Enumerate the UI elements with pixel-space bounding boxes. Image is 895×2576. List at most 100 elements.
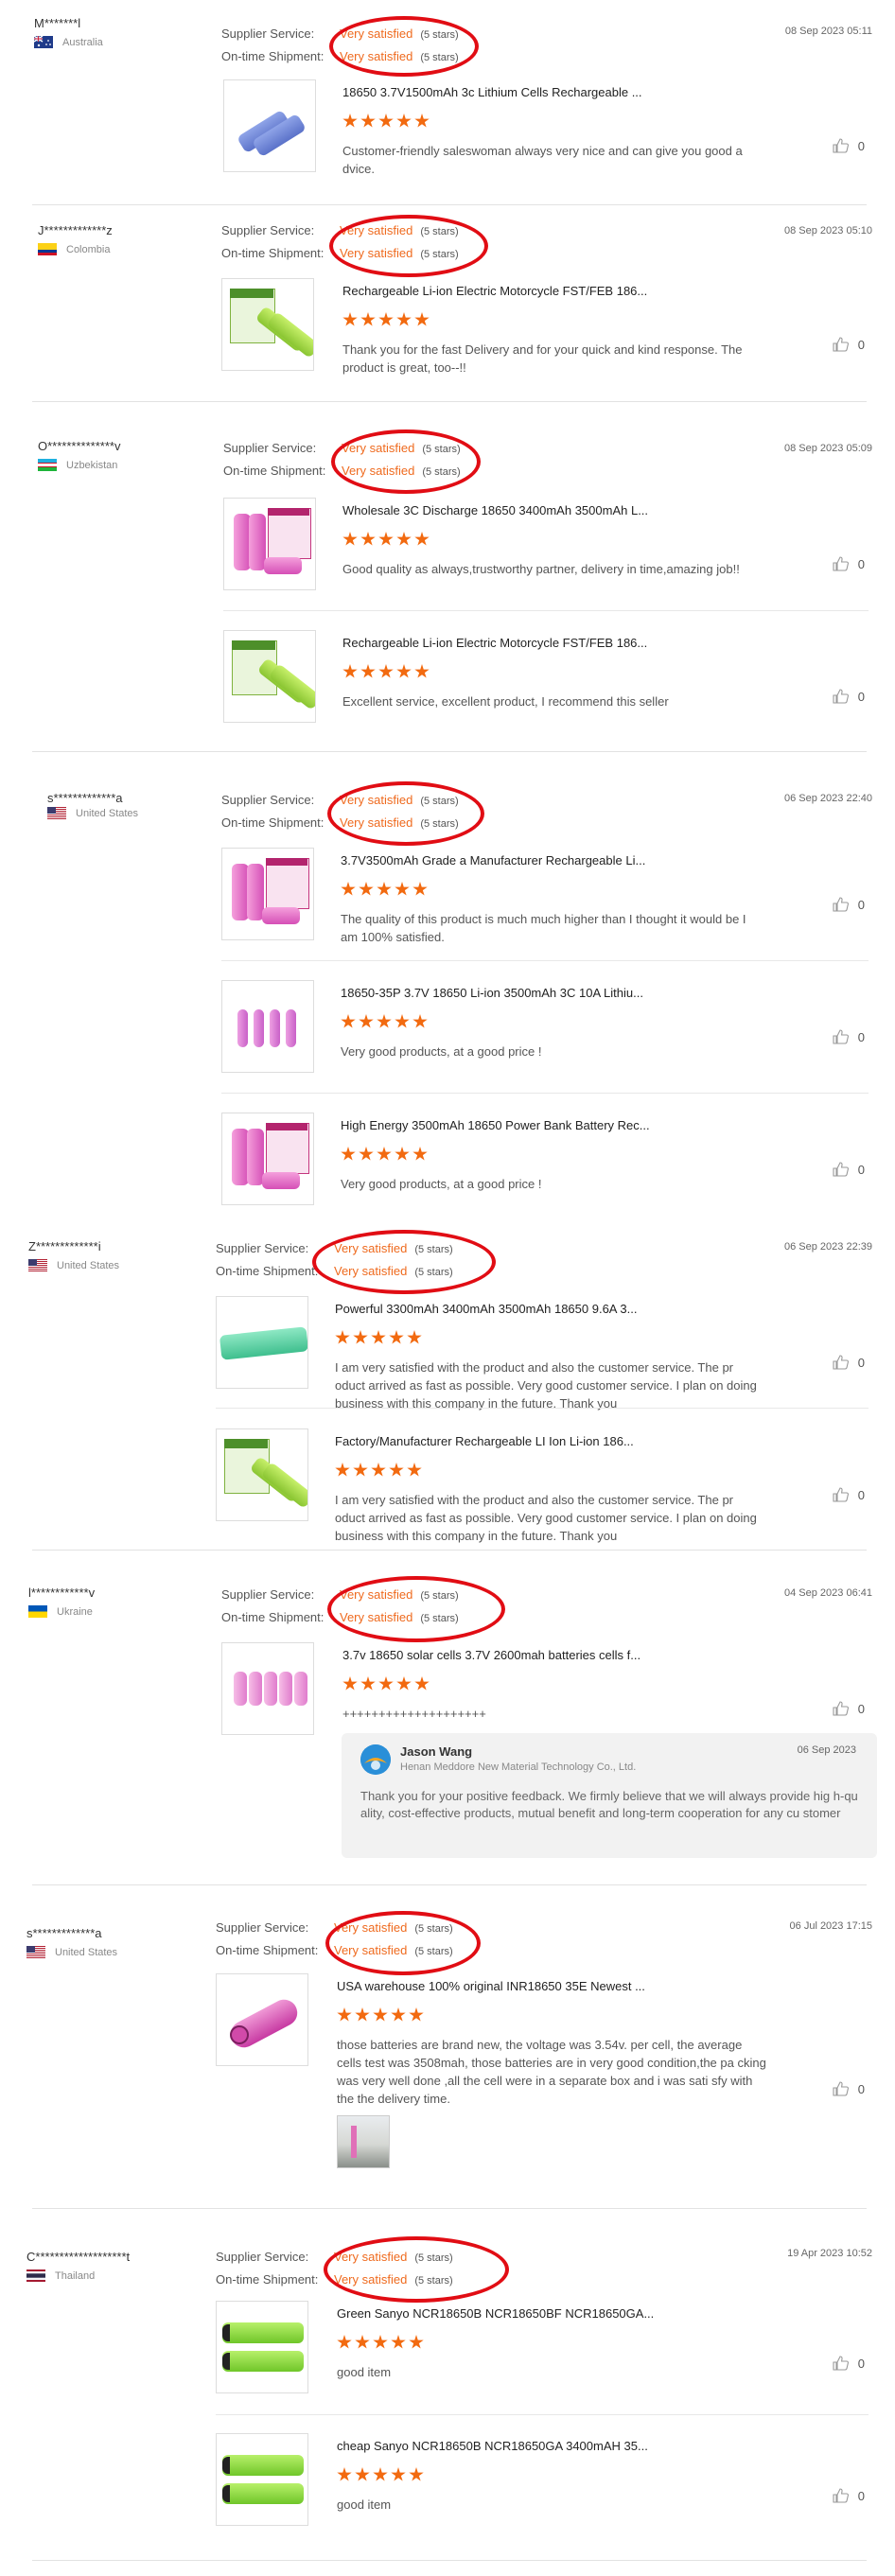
- item-divider: [223, 610, 869, 611]
- buyer-info: J*************z Colombia: [38, 223, 113, 255]
- product-title-link[interactable]: cheap Sanyo NCR18650B NCR18650GA 3400mAH…: [337, 2439, 648, 2453]
- country-name: Thailand: [55, 2269, 96, 2282]
- review-text: good item: [337, 2497, 392, 2512]
- review-date: 06 Sep 2023 22:40: [784, 793, 872, 804]
- helpful-button[interactable]: 0: [833, 556, 865, 571]
- helpful-button[interactable]: 0: [833, 689, 865, 704]
- star-rating: [337, 2467, 424, 2482]
- ontime-shipment-label: On-time Shipment:: [221, 49, 325, 63]
- product-thumbnail[interactable]: [223, 498, 316, 590]
- review-photo[interactable]: [337, 2115, 390, 2168]
- helpful-button[interactable]: 0: [833, 337, 865, 352]
- buyer-country: Australia: [34, 36, 103, 48]
- buyer-name: s*************a: [47, 791, 123, 805]
- product-title-link[interactable]: USA warehouse 100% original INR18650 35E…: [337, 1979, 645, 1993]
- product-title-link[interactable]: Rechargeable Li-ion Electric Motorcycle …: [342, 636, 647, 650]
- review-text: Excellent service, excellent product, I …: [342, 694, 669, 709]
- review-date: 08 Sep 2023 05:09: [784, 443, 872, 454]
- helpful-button[interactable]: 0: [833, 1029, 865, 1044]
- helpful-button[interactable]: 0: [833, 897, 865, 912]
- thumbs-up-icon: [833, 1355, 849, 1370]
- review-date: 08 Sep 2023 05:11: [784, 26, 872, 37]
- product-thumbnail[interactable]: [216, 1973, 308, 2066]
- star-icon: [353, 1330, 368, 1344]
- review-text: Very good products, at a good price !: [341, 1177, 542, 1191]
- star-icon: [396, 1676, 412, 1691]
- star-icon: [389, 1330, 404, 1344]
- ukraine-flag-icon: [28, 1605, 47, 1618]
- review-separator: [32, 1884, 867, 1885]
- supplier-service-label: Supplier Service:: [221, 1587, 315, 1602]
- product-thumbnail[interactable]: [216, 1428, 308, 1521]
- star-icon: [341, 1147, 356, 1161]
- review-separator: [32, 1550, 867, 1551]
- star-icon: [335, 1463, 350, 1477]
- star-icon: [360, 312, 376, 326]
- product-thumbnail[interactable]: [221, 980, 314, 1073]
- star-icon: [342, 532, 358, 546]
- product-thumbnail[interactable]: [223, 79, 316, 172]
- thumbs-up-icon: [833, 1487, 849, 1502]
- review-separator: [32, 751, 867, 752]
- reviewed-item: 3.7V3500mAh Grade a Manufacturer Recharg…: [221, 848, 865, 944]
- helpful-button[interactable]: 0: [833, 1162, 865, 1177]
- product-title-link[interactable]: Wholesale 3C Discharge 18650 3400mAh 350…: [342, 503, 648, 517]
- reviewed-item: 18650-35P 3.7V 18650 Li-ion 3500mAh 3C 1…: [221, 980, 865, 1077]
- highlight-oval: [329, 215, 488, 277]
- product-title-link[interactable]: 18650-35P 3.7V 18650 Li-ion 3500mAh 3C 1…: [341, 986, 643, 1000]
- helpful-button[interactable]: 0: [833, 2081, 865, 2096]
- star-icon: [414, 114, 430, 128]
- thumbs-up-icon: [833, 337, 849, 352]
- star-icon: [373, 2335, 388, 2349]
- product-title-link[interactable]: Powerful 3300mAh 3400mAh 3500mAh 18650 9…: [335, 1302, 637, 1316]
- helpful-count: 0: [857, 1355, 865, 1370]
- helpful-button[interactable]: 0: [833, 138, 865, 153]
- helpful-count: 0: [857, 1701, 865, 1716]
- buyer-name: C*******************t: [26, 2250, 131, 2264]
- helpful-button[interactable]: 0: [833, 1487, 865, 1502]
- buyer-country: United States: [26, 1946, 117, 1958]
- review-separator: [32, 2208, 867, 2209]
- star-icon: [341, 882, 356, 896]
- product-title-link[interactable]: 3.7v 18650 solar cells 3.7V 2600mah batt…: [342, 1648, 641, 1662]
- star-icon: [395, 882, 410, 896]
- reviewed-item: 18650 3.7V1500mAh 3c Lithium Cells Recha…: [223, 79, 865, 176]
- country-name: Colombia: [66, 243, 111, 255]
- product-thumbnail[interactable]: [221, 1642, 314, 1735]
- helpful-button[interactable]: 0: [833, 2356, 865, 2371]
- product-title-link[interactable]: Green Sanyo NCR18650B NCR18650BF NCR1865…: [337, 2306, 654, 2321]
- helpful-count: 0: [857, 556, 865, 571]
- ontime-shipment-label: On-time Shipment:: [221, 246, 325, 260]
- star-icon: [391, 2007, 406, 2022]
- helpful-count: 0: [857, 2356, 865, 2371]
- product-title-link[interactable]: High Energy 3500mAh 18650 Power Bank Bat…: [341, 1118, 650, 1132]
- buyer-info: s*************a United States: [34, 791, 138, 819]
- product-title-link[interactable]: Rechargeable Li-ion Electric Motorcycle …: [342, 284, 647, 298]
- product-thumbnail[interactable]: [221, 1113, 314, 1205]
- star-icon: [396, 532, 412, 546]
- product-thumbnail[interactable]: [216, 2433, 308, 2526]
- country-name: Australia: [62, 36, 103, 48]
- helpful-button[interactable]: 0: [833, 2488, 865, 2503]
- helpful-button[interactable]: 0: [833, 1701, 865, 1716]
- star-icon: [337, 2335, 352, 2349]
- helpful-button[interactable]: 0: [833, 1355, 865, 1370]
- star-icon: [371, 1463, 386, 1477]
- product-thumbnail[interactable]: [216, 2301, 308, 2393]
- product-title-link[interactable]: 18650 3.7V1500mAh 3c Lithium Cells Recha…: [342, 85, 642, 99]
- product-thumbnail[interactable]: [221, 848, 314, 940]
- star-icon: [378, 312, 394, 326]
- product-title-link[interactable]: 3.7V3500mAh Grade a Manufacturer Recharg…: [341, 853, 645, 867]
- star-icon: [337, 2467, 352, 2481]
- thailand-flag-icon: [26, 2269, 45, 2282]
- star-rating: [342, 532, 430, 547]
- product-thumbnail[interactable]: [223, 630, 316, 723]
- product-thumbnail[interactable]: [216, 1296, 308, 1389]
- highlight-oval: [329, 16, 479, 77]
- buyer-info: l************v Ukraine: [28, 1586, 95, 1618]
- highlight-oval: [327, 1576, 505, 1642]
- product-thumbnail[interactable]: [221, 278, 314, 371]
- buyer-info: Z*************i United States: [28, 1239, 119, 1271]
- product-title-link[interactable]: Factory/Manufacturer Rechargeable LI Ion…: [335, 1434, 634, 1448]
- ontime-shipment-label: On-time Shipment:: [216, 2272, 319, 2287]
